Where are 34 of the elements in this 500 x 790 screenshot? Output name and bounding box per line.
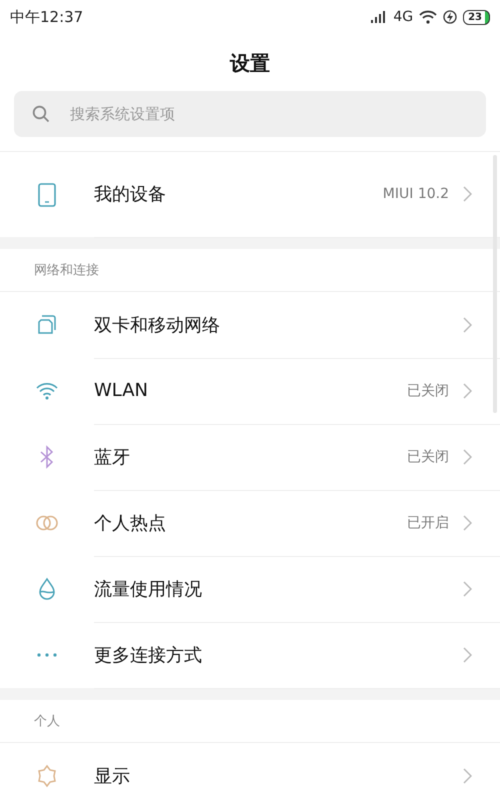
- item-status: MIUI 10.2: [382, 186, 449, 202]
- wifi-icon: [419, 10, 438, 24]
- chevron-icon: [463, 768, 472, 784]
- chevron-icon: [463, 580, 472, 596]
- battery-level: 23: [463, 10, 490, 24]
- item-status: 已关闭: [407, 382, 449, 400]
- settings-item[interactable]: 显示: [0, 743, 500, 790]
- search-field[interactable]: 搜索系统设置项: [14, 91, 486, 137]
- wifi-icon: [35, 382, 59, 400]
- sun-icon: [35, 764, 59, 788]
- chevron-icon: [463, 382, 472, 398]
- settings-item[interactable]: 流量使用情况: [0, 556, 500, 622]
- chevron-icon: [463, 186, 472, 202]
- section-header: 网络和连接: [34, 262, 99, 279]
- status-time: 中午12:37: [10, 8, 84, 26]
- section-header: 个人: [34, 713, 60, 730]
- charging-icon: [443, 10, 458, 24]
- settings-item[interactable]: 个人热点 已开启: [0, 490, 500, 556]
- settings-item[interactable]: 蓝牙 已关闭: [0, 424, 500, 490]
- rings-icon: [35, 514, 59, 532]
- chevron-icon: [463, 448, 472, 464]
- chevron-icon: [463, 514, 472, 530]
- network-type: 4G: [393, 9, 414, 25]
- signal-icon: [371, 11, 388, 23]
- page-title: 设置: [228, 50, 271, 77]
- phone-icon: [37, 182, 57, 208]
- bluetooth-icon: [38, 445, 56, 469]
- water-drop-icon: [37, 577, 57, 601]
- sim-cards-icon: [36, 314, 58, 336]
- item-status: 已开启: [407, 514, 449, 532]
- item-status: 已关闭: [407, 448, 449, 466]
- chevron-icon: [463, 316, 472, 332]
- more-dots-icon: [36, 652, 58, 658]
- chevron-icon: [463, 646, 472, 662]
